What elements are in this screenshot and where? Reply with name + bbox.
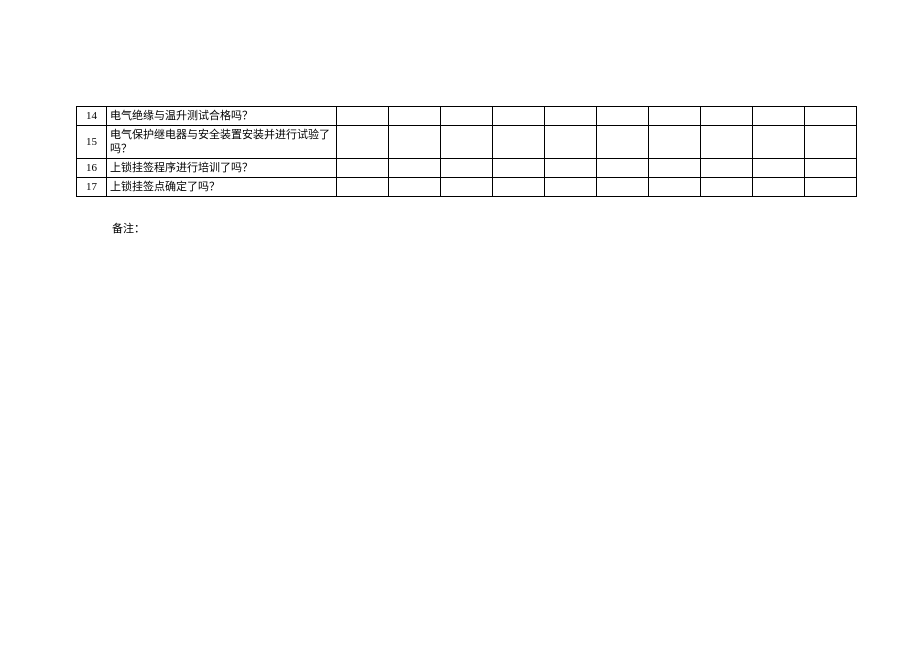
blank-cell [649,107,701,126]
blank-cell [441,178,493,197]
blank-cell [441,107,493,126]
row-number: 17 [77,178,107,197]
blank-cell [493,107,545,126]
blank-cell [493,126,545,159]
blank-cell [701,159,753,178]
blank-cell [649,159,701,178]
row-number: 15 [77,126,107,159]
blank-cell [805,159,857,178]
blank-cell [389,178,441,197]
blank-cell [753,178,805,197]
blank-cell [597,178,649,197]
blank-cell [441,126,493,159]
blank-cell [753,126,805,159]
blank-cell [389,107,441,126]
blank-cell [441,159,493,178]
checklist-table: 14 电气绝缘与温升测试合格吗？ 15 电气保护继电器与安全装置安装并进行试验了… [76,106,857,197]
blank-cell [701,126,753,159]
blank-cell [337,107,389,126]
blank-cell [597,126,649,159]
blank-cell [701,178,753,197]
blank-cell [545,178,597,197]
blank-cell [545,107,597,126]
blank-cell [493,178,545,197]
row-number: 16 [77,159,107,178]
blank-cell [493,159,545,178]
table-row: 17 上锁挂签点确定了吗？ [77,178,857,197]
blank-cell [753,159,805,178]
row-number: 14 [77,107,107,126]
blank-cell [389,126,441,159]
row-question: 上锁挂签点确定了吗？ [107,178,337,197]
row-question: 电气绝缘与温升测试合格吗？ [107,107,337,126]
blank-cell [649,178,701,197]
table-row: 14 电气绝缘与温升测试合格吗？ [77,107,857,126]
footnote-label: 备注： [112,220,145,236]
blank-cell [545,159,597,178]
blank-cell [701,107,753,126]
blank-cell [753,107,805,126]
blank-cell [805,126,857,159]
blank-cell [337,126,389,159]
blank-cell [805,178,857,197]
blank-cell [337,178,389,197]
table-row: 16 上锁挂签程序进行培训了吗？ [77,159,857,178]
row-question: 上锁挂签程序进行培训了吗？ [107,159,337,178]
blank-cell [389,159,441,178]
blank-cell [597,159,649,178]
checklist-table-wrapper: 14 电气绝缘与温升测试合格吗？ 15 电气保护继电器与安全装置安装并进行试验了… [76,106,856,197]
blank-cell [337,159,389,178]
blank-cell [805,107,857,126]
blank-cell [545,126,597,159]
table-row: 15 电气保护继电器与安全装置安装并进行试验了吗？ [77,126,857,159]
row-question: 电气保护继电器与安全装置安装并进行试验了吗？ [107,126,337,159]
blank-cell [649,126,701,159]
blank-cell [597,107,649,126]
